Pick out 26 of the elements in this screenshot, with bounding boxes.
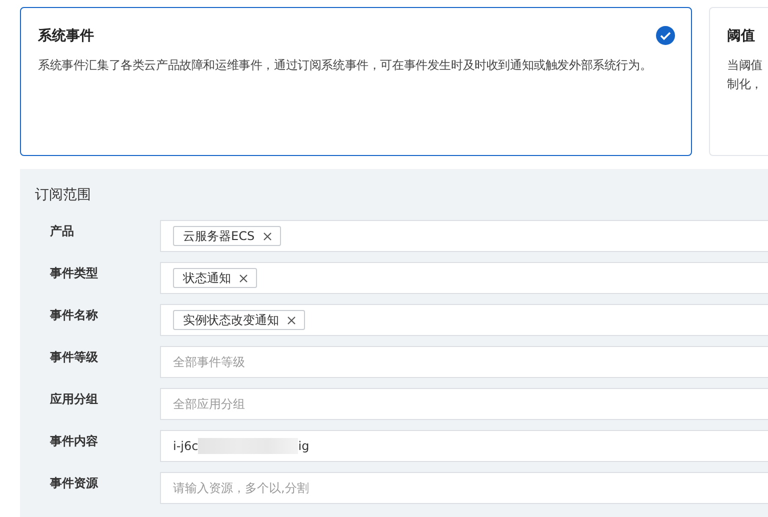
field-label: 产品: [50, 223, 74, 240]
close-icon[interactable]: [287, 316, 296, 324]
card-description: 当阈值: [727, 57, 762, 74]
event-type-card[interactable]: 系统事件 系统事件汇集了各类云产品故障和运维事件，通过订阅系统事件，可在事件发生时及时收到通知或触发外部系统行为。: [20, 7, 692, 156]
card-title: 阈值: [727, 27, 755, 46]
field-label: 事件名称: [50, 307, 98, 324]
selected-tag: 实例状态改变通知: [173, 310, 305, 330]
input-field[interactable]: i-j6c ig: [160, 430, 768, 462]
close-icon[interactable]: [239, 274, 248, 282]
event-type-card[interactable]: 阈值 当阈值 制化，: [709, 7, 768, 156]
section-title: 订阅范围: [35, 186, 91, 205]
multi-select[interactable]: 状态通知: [160, 262, 768, 294]
card-title: 系统事件: [38, 27, 94, 46]
card-description: 系统事件汇集了各类云产品故障和运维事件，通过订阅系统事件，可在事件发生时及时收到通知或触发外部系统行为。: [38, 57, 653, 74]
field-label: 事件等级: [50, 349, 98, 366]
multi-select[interactable]: 实例状态改变通知: [160, 304, 768, 336]
selected-tag: 云服务器ECS: [173, 226, 281, 246]
field-label: 事件类型: [50, 265, 98, 282]
card-description: 制化，: [727, 76, 762, 93]
check-icon: [656, 26, 675, 45]
field-label: 事件内容: [50, 433, 98, 450]
multi-select[interactable]: 云服务器ECS: [160, 220, 768, 252]
field-label: 事件资源: [50, 475, 98, 492]
field-label: 应用分组: [50, 391, 98, 408]
close-icon[interactable]: [262, 232, 272, 240]
selected-tag: 状态通知: [173, 268, 257, 288]
